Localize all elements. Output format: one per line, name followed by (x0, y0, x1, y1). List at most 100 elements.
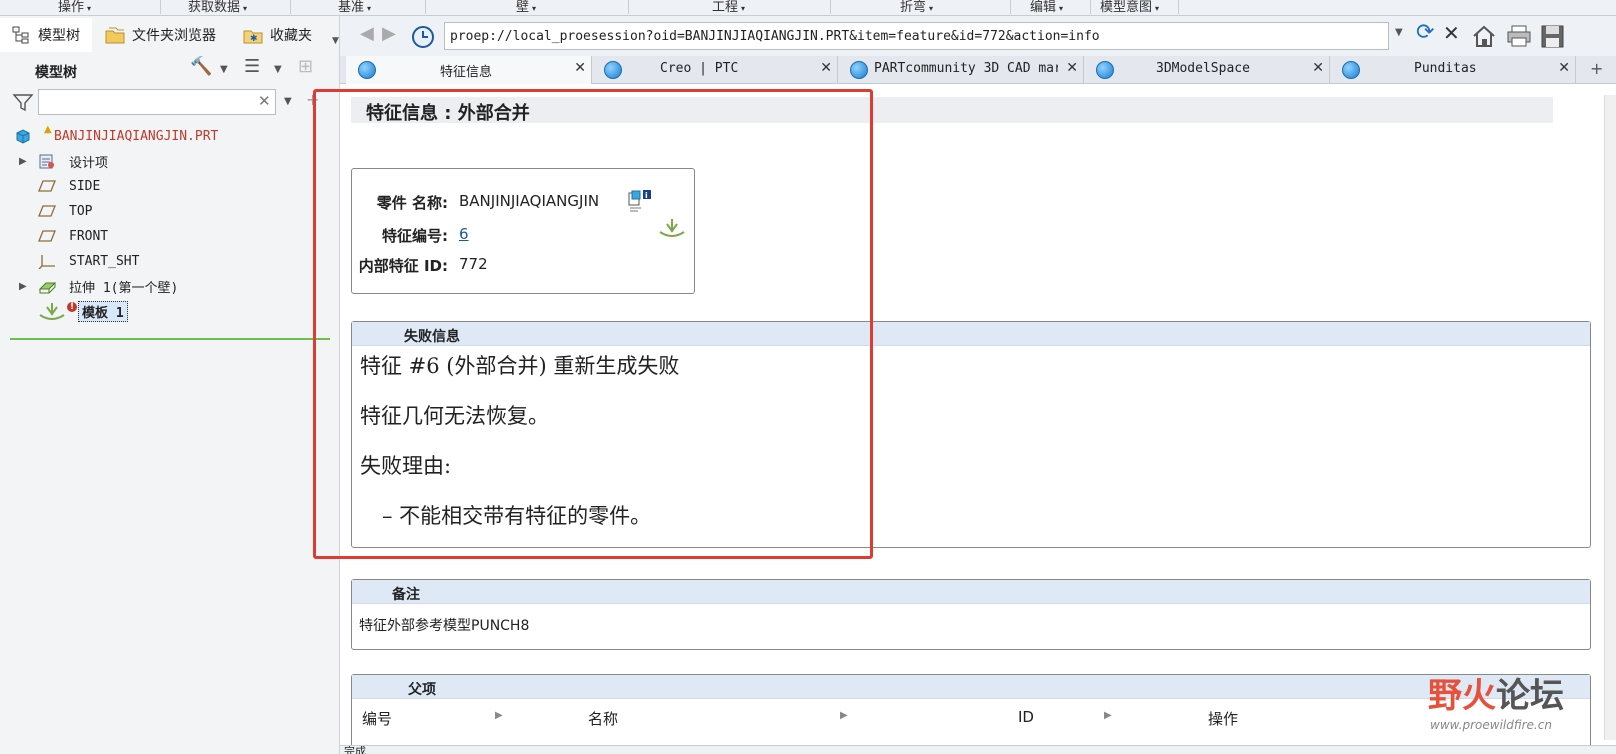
ribbon-separator (1090, 0, 1091, 14)
clear-filter-icon[interactable]: ✕ (258, 92, 271, 110)
column-resize-icon[interactable]: ▶ (495, 710, 503, 721)
watermark-url: www.proewildfire.cn (1430, 718, 1552, 732)
tree-item-extrude-1[interactable]: ▶ 拉伸 1(第一个壁) (0, 274, 330, 298)
ribbon-operations-menu[interactable]: 操作 ▾ (58, 0, 91, 15)
extrude-icon (38, 282, 56, 294)
ribbon-bend-menu[interactable]: 折弯 ▾ (900, 0, 933, 15)
chevron-down-icon[interactable]: ▼ (220, 64, 228, 75)
section-heading: 父项 (352, 675, 1590, 699)
ribbon-edit-menu[interactable]: 编辑 ▾ (1030, 0, 1063, 15)
tree-item-start-sht[interactable]: START_SHT (0, 249, 330, 273)
tab-label: 3DModelSpace (1156, 61, 1250, 76)
annotation-highlight-box (313, 89, 873, 559)
tree-item-label: SIDE (69, 178, 101, 194)
expand-arrow-icon[interactable]: ▶ (19, 156, 27, 167)
tab-label: PARTcommunity 3D CAD mar (874, 61, 1058, 76)
tree-item-label-selected: 模板 1 (78, 300, 128, 322)
datum-plane-icon (38, 205, 56, 217)
vertical-scrollbar[interactable] (1604, 95, 1616, 740)
history-icon[interactable] (411, 25, 435, 49)
model-tree-panel: 模型树 文件夹浏览器 ✱ 收藏夹 模型树 🔨 ▼ ☰ ▼ ⊞ ✕ ▼ + ▲ B… (0, 16, 340, 754)
datum-plane-icon (38, 230, 56, 242)
settings-tools-icon[interactable]: 🔨 (190, 56, 212, 77)
tab-punditas[interactable]: Punditas ✕ (1330, 56, 1576, 84)
parents-section: 父项 编号 ▶ 名称 ▶ ID ▶ 操作 (351, 674, 1591, 754)
ribbon-engineering-menu[interactable]: 工程 ▾ (712, 0, 745, 15)
ribbon-get-data-menu[interactable]: 获取数据 ▾ (188, 0, 247, 15)
ribbon-separator (830, 0, 831, 14)
chevron-down-icon[interactable]: ▼ (274, 64, 282, 75)
error-icon: ! (67, 302, 77, 312)
tab-partcommunity[interactable]: PARTcommunity 3D CAD mar ✕ (838, 56, 1084, 84)
tab-label: 收藏夹 (270, 28, 312, 44)
tree-item-label: FRONT (69, 228, 109, 244)
close-tab-icon[interactable]: ✕ (1312, 60, 1324, 76)
watermark-text: 论坛 (1496, 676, 1564, 716)
column-resize-icon[interactable]: ▶ (1104, 710, 1112, 721)
tree-item-label: 拉伸 1(第一个壁) (69, 280, 179, 296)
tree-filter-toggle-icon[interactable]: ⊞ (298, 56, 313, 77)
tree-item-side[interactable]: SIDE (0, 174, 330, 198)
design-items-icon (39, 154, 54, 169)
notes-text: 特征外部参考模型PUNCH8 (359, 618, 530, 634)
section-heading: 备注 (352, 580, 1590, 604)
save-icon[interactable] (1540, 24, 1566, 48)
ribbon-separator (290, 0, 291, 14)
tree-item-front[interactable]: FRONT (0, 224, 330, 248)
collapse-icon[interactable]: ▼ (332, 36, 339, 46)
tab-3dmodelspace[interactable]: 3DModelSpace ✕ (1084, 56, 1330, 84)
column-header-name[interactable]: 名称 (588, 708, 618, 729)
refresh-icon[interactable]: ⟳ (1416, 20, 1434, 45)
ribbon-datum-menu[interactable]: 基准 ▾ (338, 0, 371, 15)
tab-creo-ptc[interactable]: Creo | PTC ✕ (592, 56, 838, 84)
ribbon: 操作 ▾ 获取数据 ▾ 基准 ▾ 壁 ▾ 工程 ▾ 折弯 ▾ 编辑 ▾ 模型意图 ▾ (0, 0, 1616, 16)
insert-here-line[interactable] (10, 338, 330, 340)
show-list-icon[interactable]: ☰ (244, 56, 260, 77)
tree-item-top[interactable]: TOP (0, 199, 330, 223)
globe-icon (604, 61, 622, 79)
stop-icon[interactable]: ✕ (1443, 21, 1460, 45)
new-tab-icon[interactable]: + (1590, 59, 1603, 78)
tab-feature-info[interactable]: 特征信息 ✕ (346, 56, 592, 84)
column-resize-icon[interactable]: ▶ (840, 710, 848, 721)
url-dropdown-icon[interactable]: ▼ (1395, 27, 1403, 38)
close-tab-icon[interactable]: ✕ (574, 60, 586, 76)
close-tab-icon[interactable]: ✕ (820, 60, 832, 76)
close-tab-icon[interactable]: ✕ (1558, 60, 1570, 76)
tree-item-label: BANJINJIAQIANGJIN.PRT (54, 128, 219, 144)
watermark-text: 野火 (1428, 676, 1496, 716)
column-header-id[interactable]: ID (1018, 708, 1034, 726)
tree-item-label: TOP (69, 203, 93, 219)
coordinate-system-icon (38, 255, 55, 269)
column-header-number[interactable]: 编号 (362, 708, 392, 729)
status-bar: 完成 (340, 745, 1616, 754)
tree-search-input[interactable] (38, 89, 276, 115)
globe-icon (358, 61, 376, 79)
ribbon-separator (160, 0, 161, 14)
expand-arrow-icon[interactable]: ▶ (19, 281, 27, 292)
tree-item-label: START_SHT (69, 253, 140, 269)
back-icon[interactable]: ◀ (360, 23, 374, 44)
ribbon-separator (1010, 0, 1011, 14)
ribbon-model-intent-menu[interactable]: 模型意图 ▾ (1100, 0, 1159, 15)
close-tab-icon[interactable]: ✕ (1066, 60, 1078, 76)
ribbon-wall-menu[interactable]: 壁 ▾ (516, 0, 536, 15)
tree-item-template-1[interactable]: ! 模板 1 (0, 299, 330, 323)
tree-item-root-part[interactable]: ▲ BANJINJIAQIANGJIN.PRT (0, 124, 330, 148)
tab-label: 模型树 (38, 28, 80, 44)
watermark-logo: 野火论坛 www.proewildfire.cn (1428, 668, 1608, 744)
tab-favorites[interactable]: ✱ 收藏夹 (240, 18, 330, 52)
svg-text:✱: ✱ (250, 34, 258, 44)
column-header-action[interactable]: 操作 (1208, 708, 1238, 729)
tab-folder-browser[interactable]: 文件夹浏览器 (100, 18, 230, 52)
tree-item-design-items[interactable]: ▶ 设计项 (0, 149, 330, 173)
filter-icon[interactable] (12, 92, 34, 112)
print-icon[interactable] (1505, 24, 1533, 48)
forward-icon[interactable]: ▶ (382, 23, 396, 44)
url-input[interactable]: proep://local_proesession?oid=BANJINJIAQ… (444, 22, 1389, 50)
home-icon[interactable] (1471, 24, 1497, 48)
tab-model-tree[interactable]: 模型树 (0, 18, 92, 52)
tab-label: 特征信息 (440, 65, 493, 80)
chevron-down-icon[interactable]: ▼ (284, 96, 292, 107)
datum-plane-icon (38, 180, 56, 192)
